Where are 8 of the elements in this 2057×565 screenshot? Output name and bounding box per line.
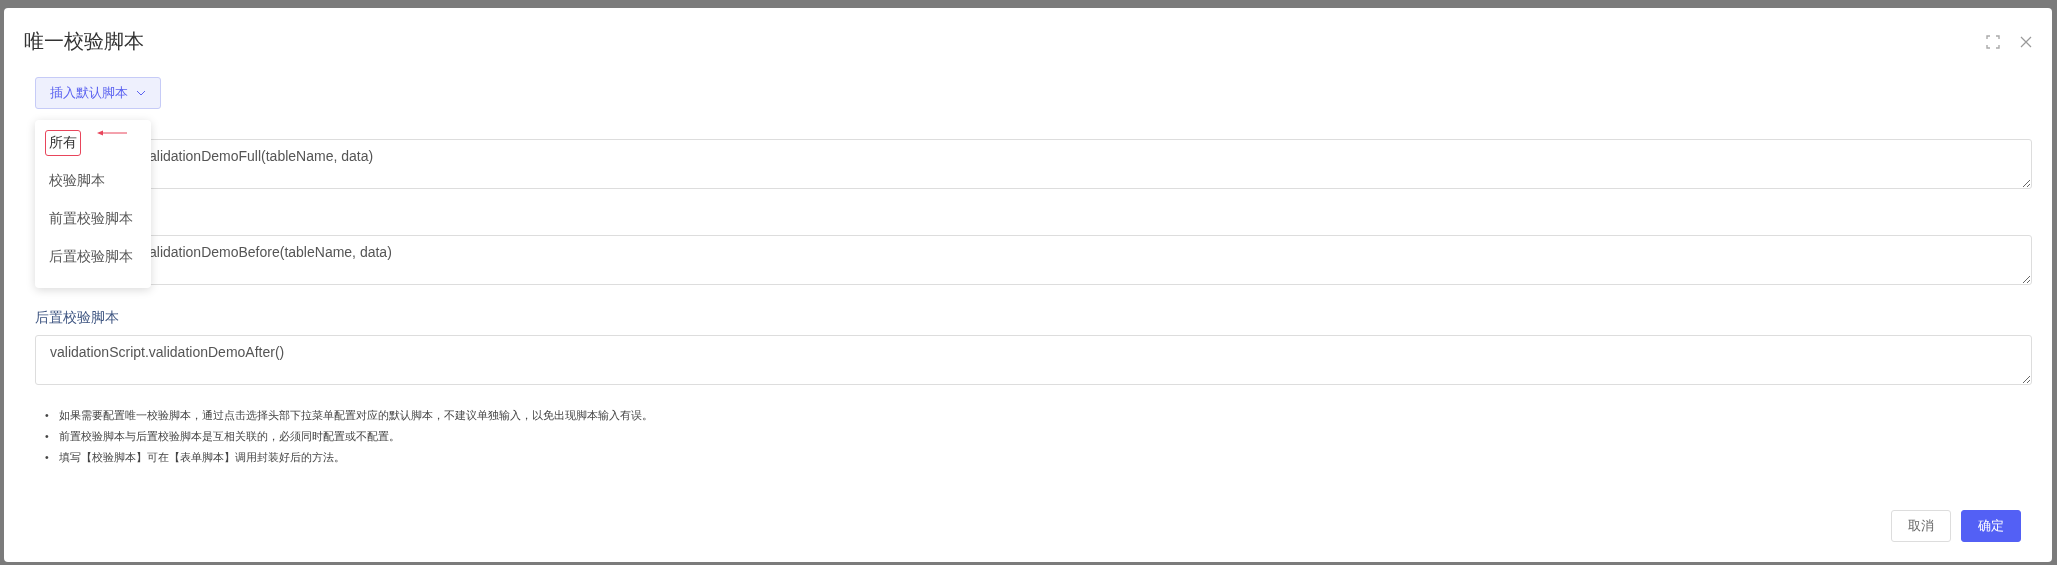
hint-text: 前置校验脚本与后置校验脚本是互相关联的，必须同时配置或不配置。 — [58, 429, 400, 444]
bullet: • — [45, 450, 49, 465]
field-label: 后置校验脚本 — [35, 309, 120, 327]
bullet: • — [45, 429, 49, 444]
hint-text: 填写【校验脚本】可在【表单脚本】调用封装好后的方法。 — [58, 450, 345, 465]
hint-text: 如果需要配置唯一校验脚本，通过点击选择头部下拉菜单配置对应的默认脚本，不建议单独输入，以免出现脚本输入有误。 — [58, 408, 653, 423]
dialog-title: 唯一校验脚本 — [24, 29, 144, 54]
bullet: • — [45, 408, 49, 423]
